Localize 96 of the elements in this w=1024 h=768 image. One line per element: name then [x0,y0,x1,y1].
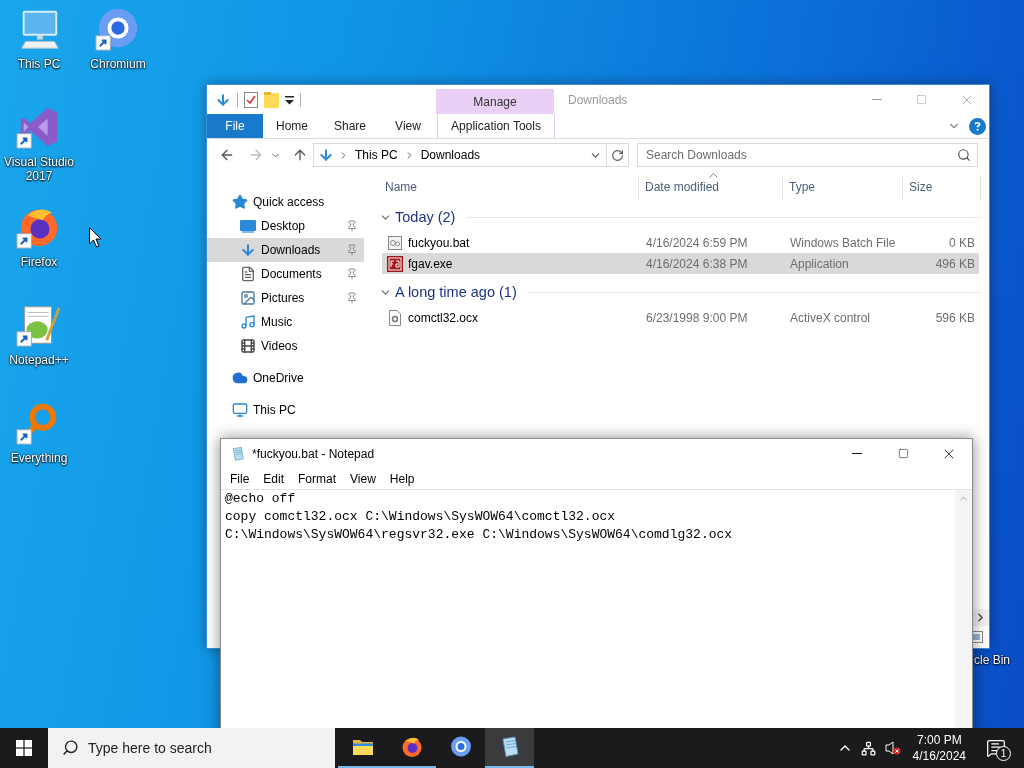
download-arrow-icon [240,242,256,258]
pin-icon [346,220,358,232]
ribbon-tab[interactable]: Home [263,114,321,138]
menu-item[interactable]: Format [291,468,344,489]
properties-icon[interactable] [244,91,258,108]
file-row[interactable]: fgav.exe 4/16/2024 6:38 PM Application 496 KB [382,253,979,274]
text-line: C:\Windows\SysWOW64\regsvr32.exe C:\Windows\SysWOW64\comdlg32.ocx [225,526,733,544]
batch-file-icon [387,234,403,251]
menu-item[interactable]: Edit [256,468,292,489]
search-icon [62,739,79,756]
file-name: fgav.exe [408,256,453,271]
search-field[interactable]: Search Downloads [637,143,978,167]
group-header[interactable]: Today (2) [379,205,981,229]
minimize-icon [852,453,862,454]
clock-date: 4/16/2024 [912,748,966,764]
file-type: Windows Batch File [789,235,897,250]
nav-item[interactable]: Videos [207,334,364,358]
vertical-scrollbar[interactable] [955,490,972,728]
date-modified: 6/23/1998 9:00 PM [645,310,749,325]
refresh-icon [611,148,624,162]
computer-icon [232,402,248,418]
file-type: Application [789,256,850,271]
ribbon-tab[interactable]: File [207,114,263,138]
nav-item[interactable]: Desktop [207,214,364,238]
nav-item[interactable]: Music [207,310,364,334]
mouse-pointer-icon [89,227,102,248]
file-type: ActiveX control [789,310,872,325]
breadcrumb-item[interactable]: This PC [353,148,400,162]
column-header[interactable]: Type [783,175,903,199]
column-header[interactable]: Name [379,175,639,199]
menu-item[interactable]: File [223,468,257,489]
refresh-button[interactable] [607,143,629,167]
date-modified: 4/16/2024 6:38 PM [645,256,749,271]
volume-muted-icon [884,740,901,756]
text-line: copy comctl32.ocx C:\Windows\SysWOW64\comctl32.ocx [225,508,616,526]
cloud-icon [232,370,248,386]
pin-icon [346,292,358,304]
group-header[interactable]: A long time ago (1) [379,280,981,304]
network-icon [861,740,877,756]
clock[interactable]: 7:00 PM 4/16/2024 [904,732,974,764]
nav-item[interactable]: Downloads [207,238,364,262]
nav-item[interactable]: Documents [207,262,364,286]
application-icon [387,255,403,272]
search-field[interactable]: Type here to search [48,728,335,768]
file-name: comctl32.ocx [408,310,479,325]
picture-icon [240,290,256,306]
help-icon[interactable] [969,117,986,135]
nav-item[interactable]: Quick access [207,190,364,214]
file-row[interactable]: comctl32.ocx 6/23/1998 9:00 PM ActiveX control 596 KB [382,307,979,328]
text-line: @echo off [225,490,296,508]
nav-item[interactable]: This PC [207,398,364,422]
ribbon-tab[interactable]: Share [321,114,379,138]
file-size: 596 KB [934,310,976,325]
file-size: 0 KB [948,235,976,250]
window-title: *fuckyou.bat - Notepad [252,446,375,461]
file-row[interactable]: fuckyou.bat 4/16/2024 6:59 PM Windows Batch File 0 KB [382,232,979,253]
menu-item[interactable]: Help [382,468,422,489]
browser-icon [448,735,473,759]
star-icon [232,194,248,210]
file-name: fuckyou.bat [408,235,470,250]
windows-logo-icon [16,740,32,756]
desktop-icon-label[interactable]: cle Bin [974,653,1011,667]
notifications-button[interactable]: 1 [974,728,1018,768]
date-modified: 4/16/2024 6:59 PM [645,235,749,250]
column-header[interactable]: Size [903,175,981,199]
desktop-icon [240,219,256,233]
address-bar[interactable]: This PC Downloads [313,143,607,167]
menu-item[interactable]: View [343,468,383,489]
settings-file-icon [387,309,403,326]
breadcrumb-item[interactable]: Downloads [418,148,483,162]
clock-time: 7:00 PM [916,732,962,748]
file-size: 496 KB [934,256,976,271]
dropdown-caret-icon[interactable] [285,94,294,105]
search-icon [957,148,971,162]
pin-icon [346,244,358,256]
ribbon-tab[interactable]: Application Tools [437,114,555,138]
notepad-icon [230,445,246,462]
pin-icon [346,268,358,280]
context-tab-header: Manage [436,89,554,114]
maximize-icon [897,448,909,459]
ribbon-tab[interactable]: View [379,114,437,138]
column-header[interactable]: Date modified [639,175,783,199]
nav-item[interactable]: OneDrive [207,366,364,390]
arrow-right-icon [248,147,264,163]
taskbar-button[interactable] [485,728,534,768]
music-note-icon [240,314,256,330]
minimize-icon [871,99,882,100]
browser-icon [399,735,424,759]
notification-count: 1 [996,746,1011,761]
text-editor[interactable]: @echo off copy comctl32.ocx C:\Windows\SysWOW64\comctl32.ocx C:\Windows\SysWOW64\regsvr32.exe C:\Windows\SysWOW64\comdlg32.ocx [221,490,955,728]
maximize-icon [916,94,927,105]
document-icon [240,266,256,282]
film-icon [240,338,256,354]
download-arrow-icon[interactable] [215,91,231,108]
window-title: Downloads [567,91,629,109]
nav-item[interactable]: Pictures [207,286,364,310]
